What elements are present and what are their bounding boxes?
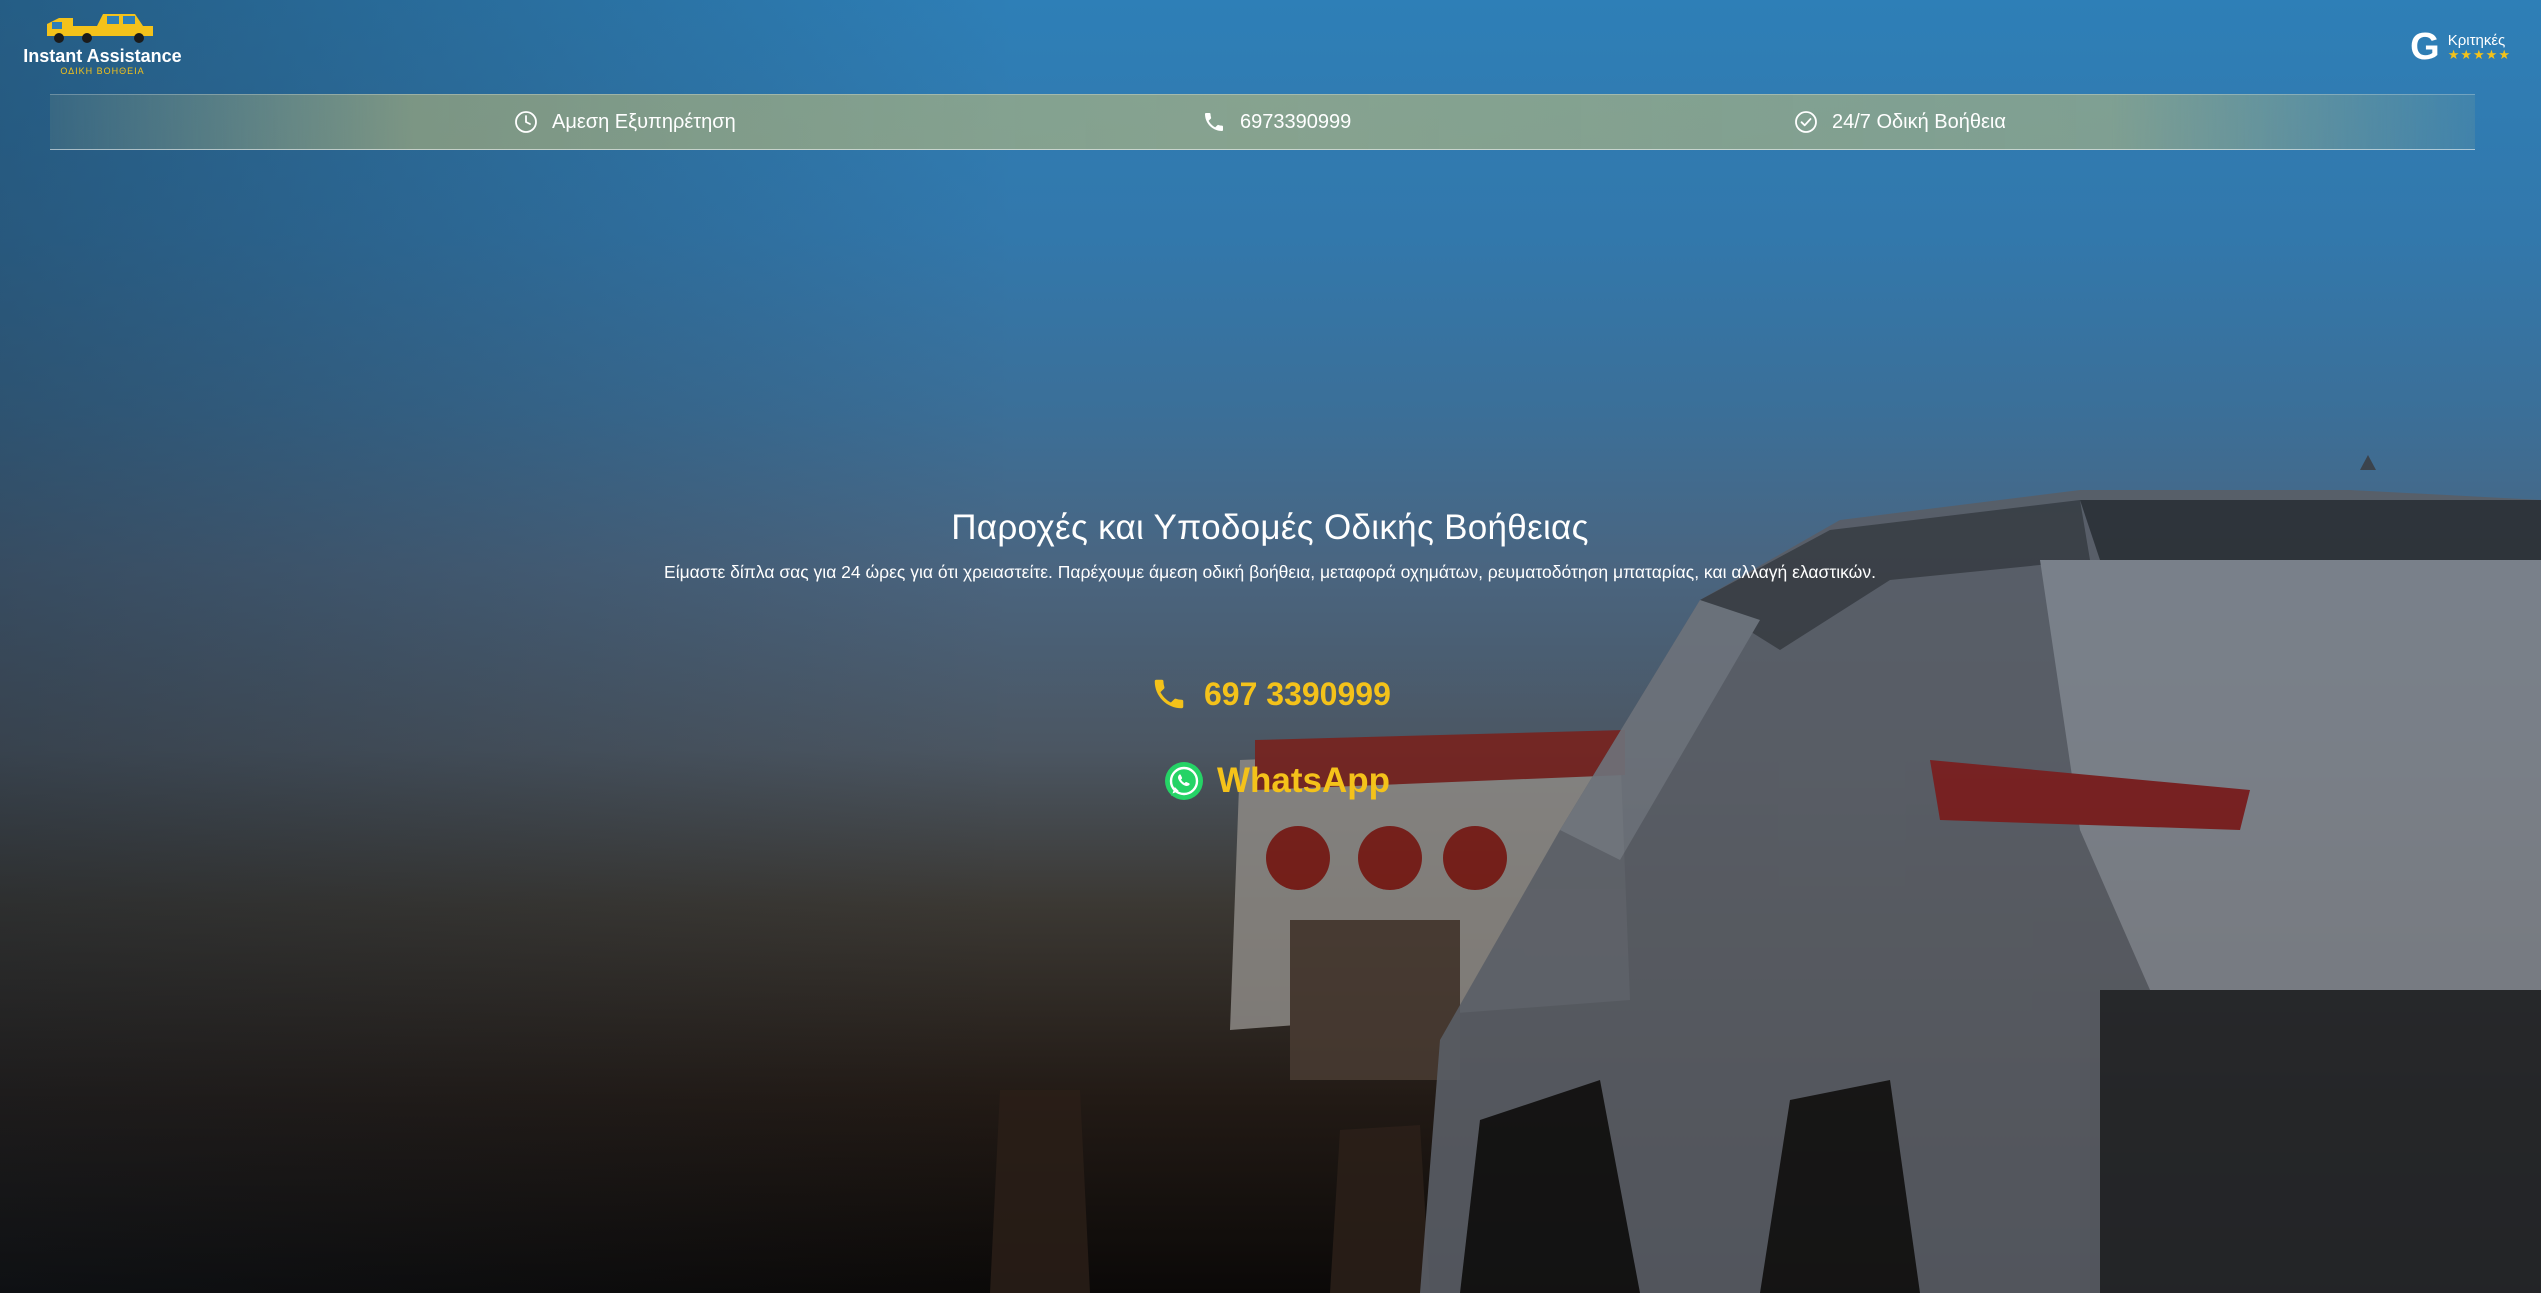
- hero-section: Παροχές και Υποδομές Οδικής Βοήθειας Είμ…: [600, 500, 1940, 585]
- hero-title: Παροχές και Υποδομές Οδικής Βοήθειας: [951, 508, 1589, 547]
- reviews-label: Κριτηκές: [2447, 31, 2506, 49]
- info-item-immediate-service: Αμεση Εξυπηρέτηση: [514, 95, 736, 149]
- call-phone-button[interactable]: 697 3390999: [1150, 668, 1391, 720]
- call-phone-label: 697 3390999: [1204, 675, 1391, 712]
- reviews-text: Κριτηκές ★★★★★: [2448, 32, 2511, 63]
- info-item-24-7-assistance: 24/7 Οδική Βοήθεια: [1794, 95, 2006, 149]
- brand-logo[interactable]: Instant Assistance ΟΔΙΚΗ ΒΟΗΘΕΙΑ: [20, 10, 185, 82]
- brand-name: Instant Assistance: [23, 46, 182, 66]
- clock-icon: [515, 111, 537, 133]
- phone-icon: [1154, 679, 1184, 709]
- info-item-label: 6973390999: [1240, 110, 1352, 133]
- phone-icon: [1205, 113, 1223, 131]
- check-circle-icon: [1795, 111, 1817, 133]
- tow-truck-icon: [46, 14, 153, 43]
- star-rating: ★★★★★: [2447, 47, 2511, 63]
- page: Instant Assistance ΟΔΙΚΗ ΒΟΗΘΕΙΑ G Κριτη…: [0, 0, 2541, 1293]
- info-item-phone[interactable]: 6973390999: [1202, 95, 1351, 149]
- info-bar: Αμεση Εξυπηρέτηση 6973390999 24/7 Οδική …: [50, 94, 2475, 150]
- brand-tagline: ΟΔΙΚΗ ΒΟΗΘΕΙΑ: [60, 66, 145, 76]
- google-reviews-badge[interactable]: G Κριτηκές ★★★★★: [2410, 28, 2511, 66]
- hero-background-image: [990, 455, 2541, 1293]
- whatsapp-icon: [1165, 762, 1203, 800]
- whatsapp-label: WhatsApp: [1217, 761, 1391, 800]
- info-item-label: Αμεση Εξυπηρέτηση: [552, 110, 736, 133]
- whatsapp-button[interactable]: WhatsApp: [1163, 754, 1390, 808]
- google-g-icon: G: [2410, 26, 2440, 68]
- info-item-label: 24/7 Οδική Βοήθεια: [1832, 110, 2006, 133]
- hero-description: Είμαστε δίπλα σας για 24 ώρες για ότι χρ…: [664, 562, 1876, 582]
